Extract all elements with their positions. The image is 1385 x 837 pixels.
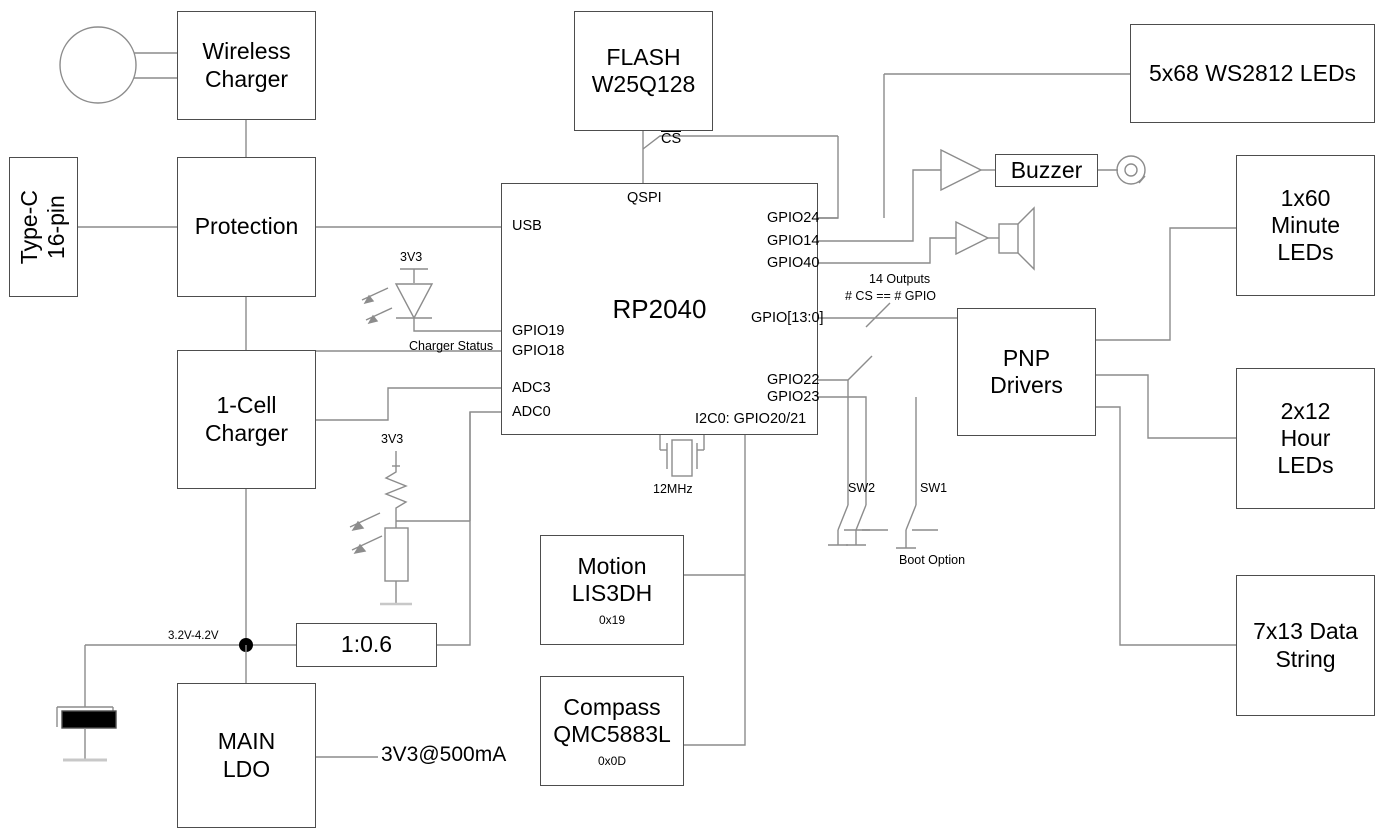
motion-i2c-address: 0x19 <box>598 612 626 627</box>
pin-label-gpio24: GPIO24 <box>767 210 820 226</box>
block-wireless-charger: Wireless Charger <box>177 11 316 120</box>
battery-cell-icon <box>61 710 117 729</box>
buzzer-label: Buzzer <box>1010 156 1083 183</box>
label-sw2: SW2 <box>848 481 876 495</box>
label-battery-voltage: 3.2V-4.2V <box>168 630 219 642</box>
minute-leds-line1: 1x60 <box>1280 184 1331 211</box>
minute-leds-line2: Minute <box>1270 211 1341 238</box>
motion-line2: LIS3DH <box>571 580 653 607</box>
pin-label-gpio22: GPIO22 <box>767 372 820 388</box>
label-sw1: SW1 <box>920 481 948 495</box>
label-cs-active-low: CS <box>661 131 682 147</box>
hour-leds-line3: LEDs <box>1277 452 1334 479</box>
label-cs-gpio-equal: # CS == # GPIO <box>845 289 937 303</box>
junction-dot <box>239 638 253 652</box>
block-hour-leds: 2x12 Hour LEDs <box>1236 368 1375 509</box>
photoresistor-icon <box>384 527 409 582</box>
block-buzzer: Buzzer <box>995 154 1098 187</box>
pin-label-adc3: ADC3 <box>512 380 551 396</box>
divider-ratio-label: 1:0.6 <box>340 631 393 658</box>
wireless-charger-line2: Charger <box>204 65 289 92</box>
label-ldo-output: 3V3@500mA <box>381 743 507 766</box>
block-diagram-canvas: Wireless Charger Type-C 16-pin Protectio… <box>0 0 1385 837</box>
label-outputs-count: 14 Outputs <box>869 272 931 286</box>
block-pnp-drivers: PNP Drivers <box>957 308 1096 436</box>
block-ws2812-leds: 5x68 WS2812 LEDs <box>1130 24 1375 123</box>
cs-overline-text: CS <box>661 131 682 147</box>
block-main-ldo: MAIN LDO <box>177 683 316 828</box>
pin-label-gpio18: GPIO18 <box>512 343 565 359</box>
label-charger-status: Charger Status <box>409 339 494 353</box>
crystal-icon <box>671 439 693 477</box>
hour-leds-line2: Hour <box>1280 424 1331 451</box>
pnp-line2: Drivers <box>990 372 1063 398</box>
type-c-line2: 16-pin <box>43 195 70 259</box>
protection-label: Protection <box>194 213 299 240</box>
coil-icon <box>59 26 137 104</box>
label-3v3-bottom: 3V3 <box>381 432 404 446</box>
block-voltage-divider: 1:0.6 <box>296 623 437 667</box>
pin-label-gpio19: GPIO19 <box>512 323 565 339</box>
minute-leds-line3: LEDs <box>1277 239 1334 266</box>
data-string-line2: String <box>1275 645 1336 672</box>
block-data-string: 7x13 Data String <box>1236 575 1375 716</box>
pnp-line1: PNP <box>1002 344 1051 371</box>
pin-label-usb: USB <box>512 218 542 234</box>
bus-slash <box>865 302 891 328</box>
cell-charger-line1: 1-Cell <box>216 392 277 419</box>
block-protection: Protection <box>177 157 316 297</box>
ws2812-label: 5x68 WS2812 LEDs <box>1148 59 1357 86</box>
rp2040-label: RP2040 <box>612 293 707 324</box>
block-cell-charger: 1-Cell Charger <box>177 350 316 489</box>
block-motion-sensor: Motion LIS3DH 0x19 <box>540 535 684 645</box>
pin-label-gpio40: GPIO40 <box>767 255 820 271</box>
label-crystal-frequency: 12MHz <box>653 482 693 496</box>
pin-label-adc0: ADC0 <box>512 404 551 420</box>
data-string-line1: 7x13 Data <box>1253 618 1358 645</box>
compass-line2: QMC5883L <box>553 721 671 748</box>
compass-i2c-address: 0x0D <box>597 753 626 768</box>
compass-line1: Compass <box>563 694 661 721</box>
pin-label-i2c0: I2C0: GPIO20/21 <box>695 411 807 427</box>
block-compass-sensor: Compass QMC5883L 0x0D <box>540 676 684 786</box>
flash-line2: W25Q128 <box>591 71 696 97</box>
wireless-charger-line1: Wireless <box>202 38 291 65</box>
pin-label-gpio-bus: GPIO[13:0] <box>751 310 824 326</box>
main-ldo-line2: LDO <box>222 755 271 782</box>
block-minute-leds: 1x60 Minute LEDs <box>1236 155 1375 296</box>
type-c-line1: Type-C <box>16 189 43 265</box>
motion-line1: Motion <box>577 553 647 580</box>
pin-label-gpio14: GPIO14 <box>767 233 820 249</box>
label-3v3-top: 3V3 <box>400 250 423 264</box>
pin-label-qspi: QSPI <box>627 190 662 206</box>
flash-line1: FLASH <box>606 43 681 70</box>
block-flash: FLASH W25Q128 <box>574 11 713 131</box>
cell-charger-line2: Charger <box>204 419 289 446</box>
block-type-c: Type-C 16-pin <box>9 157 78 297</box>
type-c-rotated-label: Type-C 16-pin <box>16 190 70 264</box>
hour-leds-line1: 2x12 <box>1280 397 1331 424</box>
main-ldo-line1: MAIN <box>217 728 276 755</box>
label-boot-option: Boot Option <box>899 553 966 567</box>
pin-label-gpio23: GPIO23 <box>767 389 820 405</box>
